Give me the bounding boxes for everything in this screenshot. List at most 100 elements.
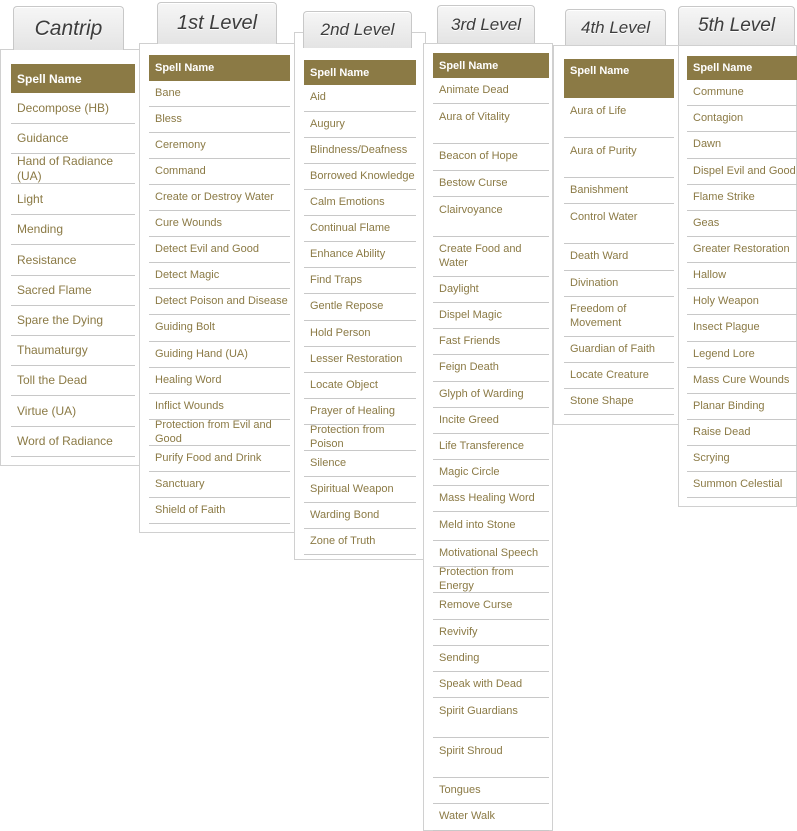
spell-row-decompose-hb[interactable]: Decompose (HB) [11,93,135,124]
spell-row-silence[interactable]: Silence [304,451,416,477]
spell-row-aura-of-vitality[interactable]: Aura of Vitality [433,104,549,144]
spell-row-warding-bond[interactable]: Warding Bond [304,503,416,529]
spell-row-daylight[interactable]: Daylight [433,277,549,303]
spell-row-aura-of-life[interactable]: Aura of Life [564,98,674,138]
spell-row-spirit-guardians[interactable]: Spirit Guardians [433,698,549,738]
tab-level-2[interactable]: 2nd Level [303,11,412,48]
spell-row-enhance-ability[interactable]: Enhance Ability [304,242,416,268]
spell-row-life-transference[interactable]: Life Transference [433,434,549,460]
spell-row-water-walk[interactable]: Water Walk [433,804,549,831]
spell-row-gentle-repose[interactable]: Gentle Repose [304,294,416,321]
spell-row-summon-celestial[interactable]: Summon Celestial [687,472,797,498]
tab-level-5[interactable]: 5th Level [678,6,795,45]
tab-level-3[interactable]: 3rd Level [437,5,535,43]
spell-row-dawn[interactable]: Dawn [687,132,797,159]
spell-row-mass-healing-word[interactable]: Mass Healing Word [433,486,549,512]
spell-row-scrying[interactable]: Scrying [687,446,797,472]
spell-row-fast-friends[interactable]: Fast Friends [433,329,549,355]
spell-row-aid[interactable]: Aid [304,85,416,112]
spell-row-animate-dead[interactable]: Animate Dead [433,78,549,104]
spell-row-create-food-and-water[interactable]: Create Food and Water [433,237,549,277]
spell-row-legend-lore[interactable]: Legend Lore [687,342,797,368]
spell-row-sanctuary[interactable]: Sanctuary [149,472,290,498]
spell-row-control-water[interactable]: Control Water [564,204,674,244]
spell-row-flame-strike[interactable]: Flame Strike [687,185,797,211]
spell-row-healing-word[interactable]: Healing Word [149,368,290,394]
spell-row-lesser-restoration[interactable]: Lesser Restoration [304,347,416,373]
spell-row-planar-binding[interactable]: Planar Binding [687,394,797,420]
spell-row-calm-emotions[interactable]: Calm Emotions [304,190,416,216]
spell-row-clairvoyance[interactable]: Clairvoyance [433,197,549,237]
spell-row-guardian-of-faith[interactable]: Guardian of Faith [564,337,674,363]
spell-row-meld-into-stone[interactable]: Meld into Stone [433,512,549,541]
spell-row-aura-of-purity[interactable]: Aura of Purity [564,138,674,178]
spell-row-ceremony[interactable]: Ceremony [149,133,290,159]
spell-row-freedom-of-movement[interactable]: Freedom of Movement [564,297,674,337]
spell-row-raise-dead[interactable]: Raise Dead [687,420,797,446]
spell-row-mending[interactable]: Mending [11,215,135,245]
spell-row-locate-object[interactable]: Locate Object [304,373,416,399]
spell-row-feign-death[interactable]: Feign Death [433,355,549,382]
spell-row-zone-of-truth[interactable]: Zone of Truth [304,529,416,555]
spell-row-stone-shape[interactable]: Stone Shape [564,389,674,415]
spell-row-bane[interactable]: Bane [149,81,290,107]
spell-row-find-traps[interactable]: Find Traps [304,268,416,294]
spell-row-protection-from-evil-and-good[interactable]: Protection from Evil and Good [149,419,290,446]
tab-level-4[interactable]: 4th Level [565,9,666,45]
spell-row-command[interactable]: Command [149,159,290,185]
spell-row-detect-poison-and-disease[interactable]: Detect Poison and Disease [149,289,290,315]
spell-row-protection-from-energy[interactable]: Protection from Energy [433,566,549,593]
spell-row-resistance[interactable]: Resistance [11,245,135,276]
spell-row-augury[interactable]: Augury [304,112,416,138]
spell-row-toll-the-dead[interactable]: Toll the Dead [11,366,135,396]
spell-row-commune[interactable]: Commune [687,80,797,106]
spell-row-tongues[interactable]: Tongues [433,778,549,804]
spell-row-hand-of-radiance-ua[interactable]: Hand of Radiance (UA) [11,154,135,184]
spell-row-glyph-of-warding[interactable]: Glyph of Warding [433,382,549,408]
spell-row-dispel-evil-and-good[interactable]: Dispel Evil and Good [687,159,797,185]
spell-row-guiding-hand-ua[interactable]: Guiding Hand (UA) [149,342,290,368]
spell-row-incite-greed[interactable]: Incite Greed [433,408,549,434]
spell-row-borrowed-knowledge[interactable]: Borrowed Knowledge [304,164,416,190]
spell-row-blindness-deafness[interactable]: Blindness/Deafness [304,138,416,164]
spell-row-word-of-radiance[interactable]: Word of Radiance [11,427,135,457]
spell-row-continual-flame[interactable]: Continual Flame [304,216,416,242]
spell-row-bestow-curse[interactable]: Bestow Curse [433,171,549,197]
spell-row-guiding-bolt[interactable]: Guiding Bolt [149,315,290,342]
spell-row-prayer-of-healing[interactable]: Prayer of Healing [304,399,416,425]
spell-row-guidance[interactable]: Guidance [11,124,135,154]
spell-row-remove-curse[interactable]: Remove Curse [433,593,549,620]
spell-row-detect-evil-and-good[interactable]: Detect Evil and Good [149,237,290,263]
spell-row-insect-plague[interactable]: Insect Plague [687,315,797,342]
spell-row-death-ward[interactable]: Death Ward [564,244,674,271]
spell-row-hallow[interactable]: Hallow [687,263,797,289]
spell-row-locate-creature[interactable]: Locate Creature [564,363,674,389]
spell-row-virtue-ua[interactable]: Virtue (UA) [11,396,135,427]
spell-row-inflict-wounds[interactable]: Inflict Wounds [149,394,290,420]
spell-row-beacon-of-hope[interactable]: Beacon of Hope [433,144,549,171]
spell-row-cure-wounds[interactable]: Cure Wounds [149,211,290,237]
spell-row-spare-the-dying[interactable]: Spare the Dying [11,306,135,336]
spell-row-spiritual-weapon[interactable]: Spiritual Weapon [304,477,416,503]
spell-row-dispel-magic[interactable]: Dispel Magic [433,303,549,329]
spell-row-contagion[interactable]: Contagion [687,106,797,132]
spell-row-speak-with-dead[interactable]: Speak with Dead [433,672,549,698]
spell-row-holy-weapon[interactable]: Holy Weapon [687,289,797,315]
spell-row-create-or-destroy-water[interactable]: Create or Destroy Water [149,185,290,211]
spell-row-spirit-shroud[interactable]: Spirit Shroud [433,738,549,778]
spell-row-thaumaturgy[interactable]: Thaumaturgy [11,336,135,366]
spell-row-light[interactable]: Light [11,184,135,215]
spell-row-hold-person[interactable]: Hold Person [304,321,416,347]
spell-row-bless[interactable]: Bless [149,107,290,133]
spell-row-sending[interactable]: Sending [433,646,549,672]
spell-row-detect-magic[interactable]: Detect Magic [149,263,290,289]
spell-row-motivational-speech[interactable]: Motivational Speech [433,541,549,567]
spell-row-revivify[interactable]: Revivify [433,620,549,646]
spell-row-sacred-flame[interactable]: Sacred Flame [11,276,135,306]
spell-row-divination[interactable]: Divination [564,271,674,297]
spell-row-greater-restoration[interactable]: Greater Restoration [687,237,797,263]
tab-cantrip[interactable]: Cantrip [13,6,124,50]
spell-row-magic-circle[interactable]: Magic Circle [433,460,549,486]
spell-row-purify-food-and-drink[interactable]: Purify Food and Drink [149,446,290,472]
spell-row-shield-of-faith[interactable]: Shield of Faith [149,498,290,524]
